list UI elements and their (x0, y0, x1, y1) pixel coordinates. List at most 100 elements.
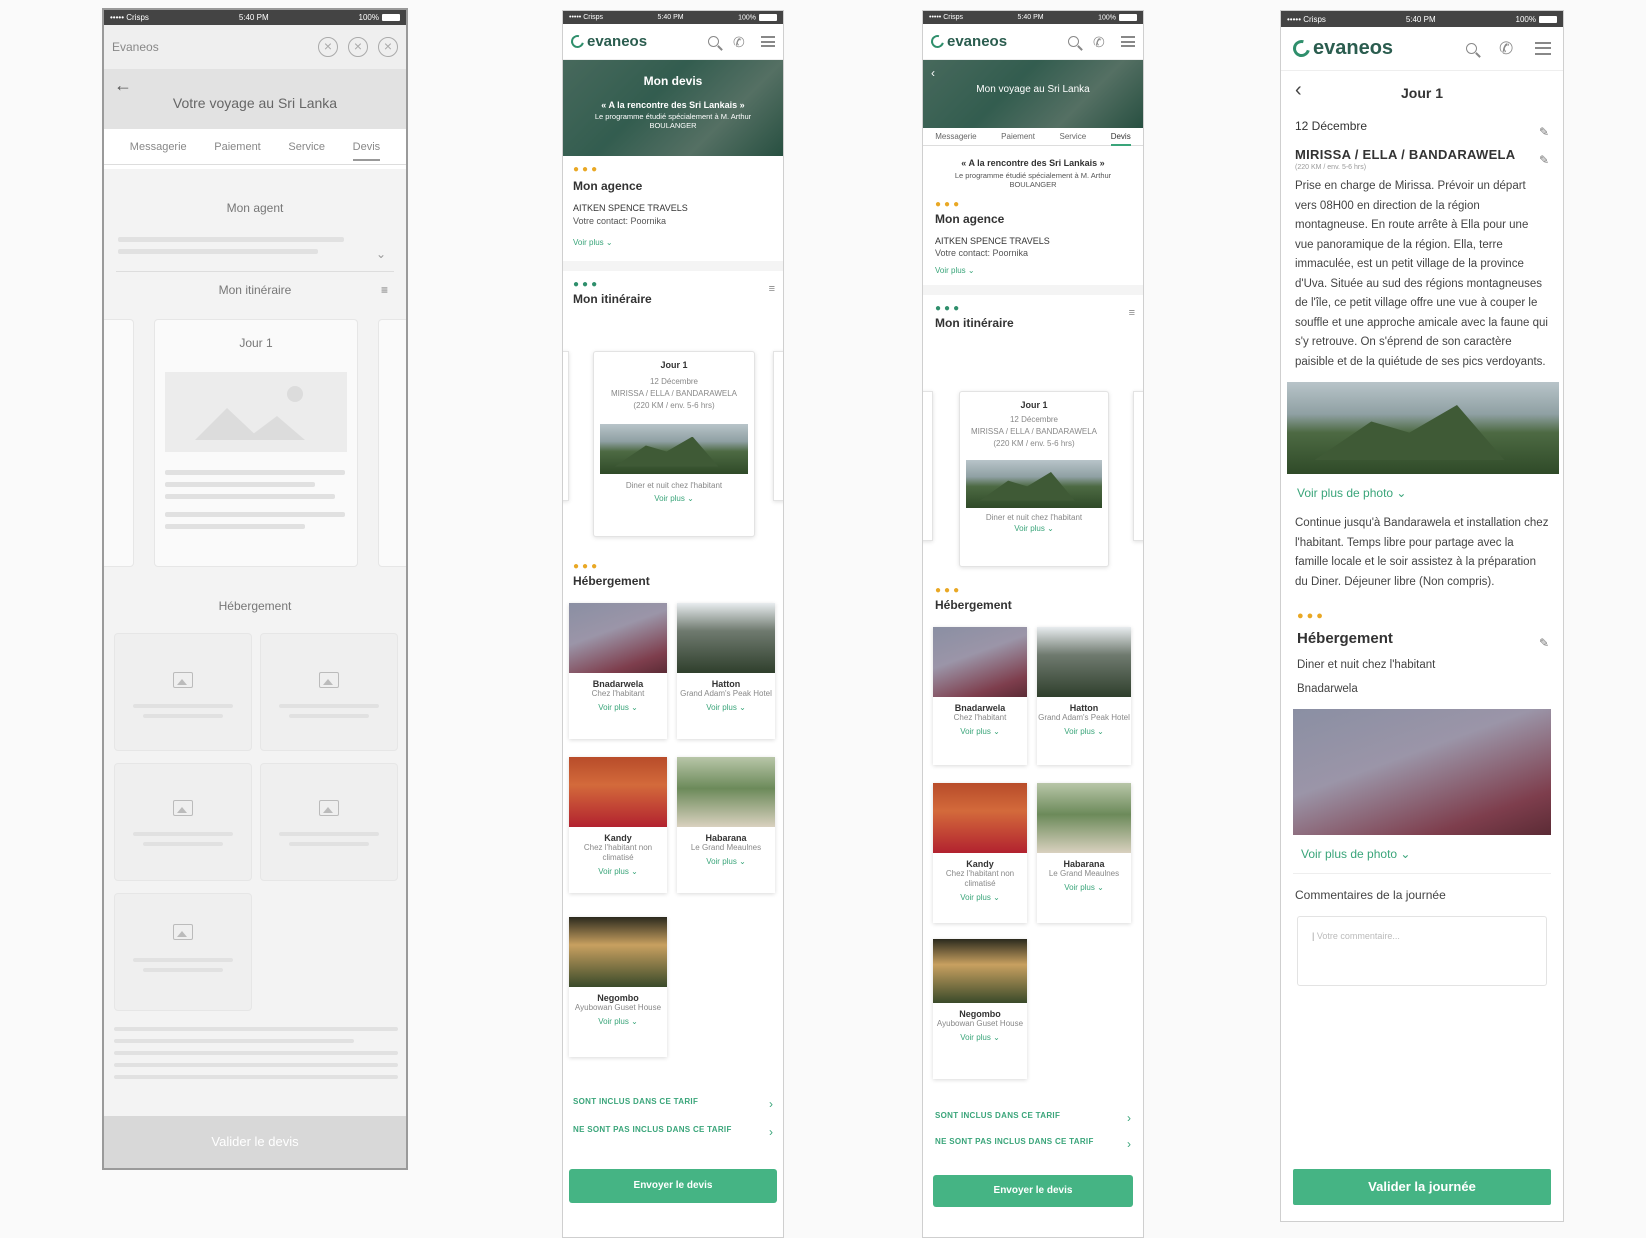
not-included-link[interactable]: NE SONT PAS INCLUS DANS CE TARIF › (573, 1125, 773, 1139)
day-card[interactable]: Jour 1 12 Décembre MIRISSA / ELLA / BAND… (959, 391, 1109, 567)
hotel-card[interactable]: Hatton Grand Adam's Peak Hotel Voir plus… (1037, 627, 1131, 765)
hotel-card[interactable]: Habarana Le Grand Meaulnes Voir plus ⌄ (1037, 783, 1131, 923)
hotel-type: Le Grand Meaulnes (1048, 869, 1120, 878)
back-chevron-icon[interactable]: ‹ (1295, 79, 1302, 102)
validate-quote-button[interactable]: Valider le devis (104, 1116, 406, 1168)
accommodation-placeholder[interactable] (114, 763, 252, 881)
send-quote-button[interactable]: Envoyer le devis (933, 1175, 1133, 1207)
carrier-label: ••••• Crisps (929, 14, 964, 21)
divider (116, 271, 394, 272)
close-circle-icon[interactable]: × (348, 37, 368, 57)
menu-icon[interactable] (1535, 42, 1551, 55)
list-menu-icon[interactable]: ≡ (1129, 307, 1135, 319)
day-card-prev[interactable] (104, 319, 134, 567)
list-menu-icon[interactable]: ≡ (769, 283, 775, 295)
see-more-link[interactable]: Voir plus ⌄ (569, 867, 667, 876)
hotel-card[interactable]: Bnadarwela Chez l'habitant Voir plus ⌄ (569, 603, 667, 739)
hotel-type: Ayubowan Guset House (574, 1003, 662, 1012)
tab-messagerie[interactable]: Messagerie (130, 141, 187, 153)
edit-pencil-icon[interactable]: ✎ (1539, 125, 1549, 139)
see-more-link[interactable]: Voir plus ⌄ (933, 1033, 1027, 1042)
see-more-photo-link[interactable]: Voir plus de photo ⌄ (1281, 474, 1563, 500)
close-circle-icon[interactable]: × (318, 37, 338, 57)
edit-pencil-icon[interactable]: ✎ (1539, 153, 1549, 167)
search-icon[interactable] (708, 36, 719, 47)
placeholder-line (165, 512, 345, 517)
back-arrow-icon[interactable]: ← (114, 75, 132, 96)
accommodation-placeholder[interactable] (114, 893, 252, 1011)
section-accommodation-title: Hébergement (218, 599, 292, 613)
placeholder-line (118, 249, 318, 254)
hotel-card[interactable]: Negombo Ayubowan Guset House Voir plus ⌄ (933, 939, 1027, 1079)
battery-label: 100% (1516, 15, 1557, 24)
not-included-link[interactable]: NE SONT PAS INCLUS DANS CE TARIF › (935, 1137, 1131, 1151)
see-more-link[interactable]: Voir plus ⌄ (1037, 883, 1131, 892)
see-more-link[interactable]: Voir plus ⌄ (594, 494, 754, 503)
hotel-card[interactable]: Kandy Chez l'habitant non climatisé Voir… (569, 757, 667, 893)
day-description-2: Continue jusqu'à Bandarawela et installa… (1295, 517, 1549, 588)
tab-service[interactable]: Service (288, 141, 325, 153)
hotel-name: Bnadarwela (954, 703, 1006, 713)
menu-icon[interactable] (761, 36, 775, 47)
see-more-link[interactable]: Voir plus ⌄ (677, 857, 775, 866)
send-quote-button[interactable]: Envoyer le devis (569, 1169, 777, 1203)
day-card-next[interactable] (378, 319, 406, 567)
evaneos-logo[interactable]: evaneos (928, 32, 1007, 51)
tab-service[interactable]: Service (1059, 132, 1086, 141)
see-more-link[interactable]: Voir plus ⌄ (960, 524, 1108, 533)
chevron-down-icon: ⌄ (605, 238, 613, 247)
chevron-down-icon[interactable]: ⌄ (376, 247, 386, 261)
day-card-prev[interactable] (923, 391, 933, 541)
accommodation-placeholder[interactable] (114, 633, 252, 751)
see-more-photo-link[interactable]: Voir plus de photo ⌄ (1281, 835, 1563, 861)
validate-day-button[interactable]: Valider la journée (1293, 1169, 1551, 1205)
rating-stars: ●●● (1297, 610, 1326, 622)
see-more-link[interactable]: Voir plus ⌄ (933, 893, 1027, 902)
hotel-name: Kandy (604, 833, 632, 843)
hotel-card[interactable]: Hatton Grand Adam's Peak Hotel Voir plus… (677, 603, 775, 739)
accommodation-placeholder[interactable] (260, 633, 398, 751)
see-more-link[interactable]: Voir plus ⌄ (569, 1017, 667, 1026)
evaneos-logo[interactable]: evaneos (1289, 36, 1393, 61)
hotel-card[interactable]: Bnadarwela Chez l'habitant Voir plus ⌄ (933, 627, 1027, 765)
phone-icon[interactable]: ✆ (1499, 40, 1513, 57)
hotel-card[interactable]: Negombo Ayubowan Guset House Voir plus ⌄ (569, 917, 667, 1057)
day-card-next[interactable] (773, 351, 783, 501)
day-card[interactable]: Jour 1 12 Décembre MIRISSA / ELLA / BAND… (593, 351, 755, 537)
comment-input[interactable]: | Votre commentaire... (1297, 916, 1547, 986)
tab-messagerie[interactable]: Messagerie (935, 132, 976, 141)
day-detail-screen: ••••• Crisps 5:40 PM 100% evaneos ✆ ‹ Jo… (1280, 10, 1564, 1222)
day-carousel: Jour 1 12 Décembre MIRISSA / ELLA / BAND… (563, 351, 783, 551)
tab-paiement[interactable]: Paiement (214, 141, 260, 153)
search-icon[interactable] (1466, 43, 1477, 54)
status-bar: ••••• Crisps 5:40 PM 100% (104, 10, 406, 25)
tab-devis[interactable]: Devis (352, 141, 381, 161)
phone-icon[interactable]: ✆ (1093, 35, 1107, 49)
hotel-card[interactable]: Habarana Le Grand Meaulnes Voir plus ⌄ (677, 757, 775, 893)
tab-paiement[interactable]: Paiement (1001, 132, 1035, 141)
edit-pencil-icon[interactable]: ✎ (1539, 636, 1549, 650)
included-link[interactable]: SONT INCLUS DANS CE TARIF › (573, 1097, 773, 1111)
day-card[interactable]: Jour 1 (154, 319, 358, 567)
time-label: 5:40 PM (657, 14, 684, 21)
close-circle-icon[interactable]: × (378, 37, 398, 57)
menu-icon[interactable] (1121, 36, 1135, 47)
list-menu-icon[interactable]: ≡ (381, 283, 388, 297)
see-more-link[interactable]: Voir plus ⌄ (935, 266, 1131, 275)
see-more-link[interactable]: Voir plus ⌄ (933, 727, 1027, 736)
see-more-link[interactable]: Voir plus ⌄ (573, 238, 773, 247)
day-card-prev[interactable] (563, 351, 569, 501)
see-more-link[interactable]: Voir plus ⌄ (569, 703, 667, 712)
day-card-next[interactable] (1133, 391, 1143, 541)
tab-devis[interactable]: Devis (1110, 132, 1131, 146)
evaneos-logo[interactable]: evaneos (568, 32, 647, 51)
included-link[interactable]: SONT INCLUS DANS CE TARIF › (935, 1111, 1131, 1125)
rating-stars: ●●● (935, 199, 963, 210)
see-more-link[interactable]: Voir plus ⌄ (677, 703, 775, 712)
phone-icon[interactable]: ✆ (733, 35, 747, 49)
chevron-right-icon: › (769, 1125, 773, 1139)
search-icon[interactable] (1068, 36, 1079, 47)
accommodation-placeholder[interactable] (260, 763, 398, 881)
hotel-card[interactable]: Kandy Chez l'habitant non climatisé Voir… (933, 783, 1027, 923)
see-more-link[interactable]: Voir plus ⌄ (1037, 727, 1131, 736)
